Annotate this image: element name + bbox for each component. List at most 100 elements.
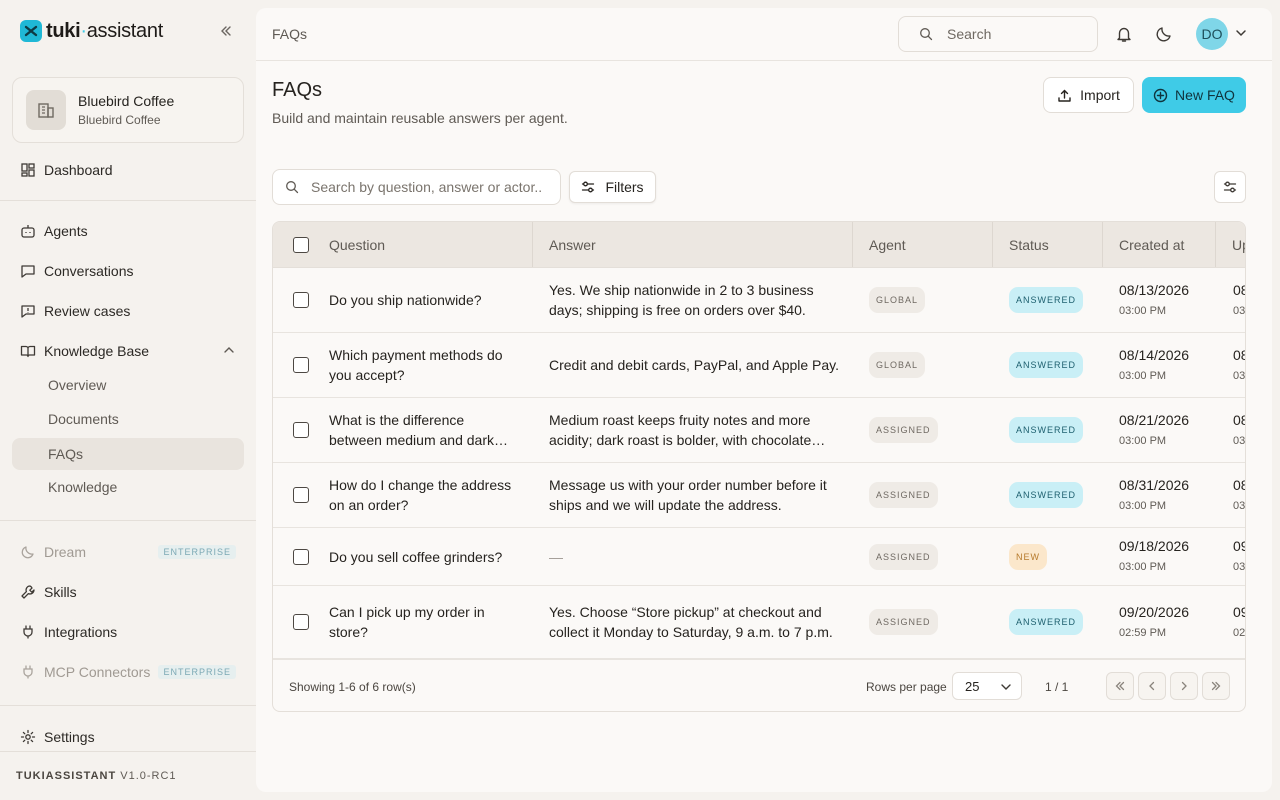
- faq-table: Question Answer Agent Status Created at …: [272, 221, 1246, 712]
- column-header-question[interactable]: Question: [313, 222, 533, 267]
- rows-per-page-select[interactable]: 25: [952, 672, 1022, 700]
- question-cell: Which payment methods do you accept?: [329, 333, 519, 397]
- created-at-cell: 08/31/2026 03:00 PM: [1119, 463, 1219, 527]
- table-row[interactable]: Do you sell coffee grinders? — ASSIGNED NEW…: [273, 528, 1246, 586]
- sidebar-item-review-cases[interactable]: Review cases: [12, 295, 244, 327]
- question-cell: How do I change the address on an order?: [329, 463, 519, 527]
- filters-button[interactable]: Filters: [569, 171, 656, 203]
- plug-icon: [20, 664, 36, 680]
- column-header-created-at[interactable]: Created at: [1103, 222, 1216, 267]
- sidebar-item-skills[interactable]: Skills: [12, 576, 244, 608]
- column-header-status[interactable]: Status: [993, 222, 1103, 267]
- logo-text: tuki·assistant: [46, 19, 163, 42]
- sidebar-item-knowledge-base[interactable]: Knowledge Base: [12, 335, 244, 367]
- created-time: 03:00 PM: [1119, 304, 1167, 317]
- status-cell: ANSWERED: [1009, 333, 1099, 397]
- row-checkbox[interactable]: [293, 357, 309, 373]
- sidebar-item-dashboard[interactable]: Dashboard: [12, 154, 244, 186]
- row-checkbox[interactable]: [293, 292, 309, 308]
- row-select-cell: [293, 268, 313, 332]
- agent-cell: GLOBAL: [869, 268, 989, 332]
- sidebar-item-agents[interactable]: Agents: [12, 215, 244, 247]
- row-checkbox[interactable]: [293, 614, 309, 630]
- upload-icon: [1057, 88, 1072, 103]
- agent-cell: ASSIGNED: [869, 586, 989, 658]
- sidebar-subitem-overview[interactable]: Overview: [12, 369, 244, 401]
- faq-search-input[interactable]: Search by question, answer or actor..: [272, 169, 561, 205]
- previous-page-button[interactable]: [1138, 672, 1166, 700]
- bell-icon: [1115, 25, 1133, 43]
- new-faq-button[interactable]: New FAQ: [1142, 77, 1246, 113]
- created-date: 08/31/2026: [1119, 476, 1190, 493]
- notifications-button[interactable]: [1114, 24, 1134, 44]
- sidebar-divider: [0, 200, 256, 201]
- next-page-button[interactable]: [1170, 672, 1198, 700]
- plug-icon: [20, 624, 36, 640]
- row-checkbox[interactable]: [293, 422, 309, 438]
- updated-time: 03:: [1233, 561, 1246, 573]
- wrench-icon: [20, 584, 36, 600]
- column-header-answer[interactable]: Answer: [533, 222, 853, 267]
- table-row[interactable]: Do you ship nationwide? Yes. We ship nati…: [273, 268, 1245, 333]
- sidebar-subitem-documents[interactable]: Documents: [12, 403, 244, 435]
- select-all-checkbox[interactable]: [293, 236, 309, 253]
- sidebar-item-label: Integrations: [44, 624, 118, 640]
- column-header-updated-at[interactable]: Up: [1216, 222, 1245, 267]
- sliders-icon: [581, 180, 595, 194]
- sidebar-subitem-label: Documents: [48, 411, 119, 427]
- sidebar-item-conversations[interactable]: Conversations: [12, 255, 244, 287]
- global-search-input[interactable]: Search: [898, 16, 1098, 52]
- new-faq-label: New FAQ: [1175, 87, 1235, 103]
- question-cell: Do you ship nationwide?: [329, 268, 519, 332]
- table-row[interactable]: Can I pick up my order in store? Yes. Cho…: [273, 586, 1245, 659]
- created-at-cell: 08/21/2026 03:00 PM: [1119, 398, 1219, 462]
- sidebar-item-label: Review cases: [44, 303, 131, 319]
- sidebar-subitem-label: FAQs: [48, 446, 84, 462]
- row-checkbox[interactable]: [293, 548, 309, 565]
- sidebar-item-label: MCP Connectors: [44, 664, 151, 680]
- last-page-button[interactable]: [1202, 672, 1230, 700]
- updated-time: 03:: [1233, 499, 1246, 512]
- app-version: TUKIASSISTANT V1.0-RC1: [16, 770, 177, 782]
- enterprise-badge: ENTERPRISE: [158, 665, 236, 679]
- row-checkbox[interactable]: [293, 487, 309, 503]
- organization-switcher[interactable]: Bluebird Coffee Bluebird Coffee: [12, 77, 244, 143]
- agent-cell: ASSIGNED: [869, 528, 989, 585]
- moon-icon: [1155, 25, 1173, 43]
- chevrons-left-icon: [219, 24, 233, 38]
- column-settings-button[interactable]: [1214, 171, 1246, 203]
- question-text: How do I change the address on an order?: [329, 477, 512, 513]
- created-at-cell: 08/13/2026 03:00 PM: [1119, 268, 1219, 332]
- chevron-down-icon[interactable]: [1234, 26, 1248, 43]
- updated-at-cell: 08/03:: [1233, 333, 1245, 397]
- table-row[interactable]: How do I change the address on an order?…: [273, 463, 1246, 528]
- column-header-agent[interactable]: Agent: [853, 222, 993, 267]
- first-page-button[interactable]: [1106, 672, 1134, 700]
- sidebar-subitem-knowledge[interactable]: Knowledge: [12, 471, 244, 503]
- answer-cell: Yes. We ship nationwide in 2 to 3 busine…: [549, 268, 841, 332]
- page-subtitle: Build and maintain reusable answers per …: [272, 110, 568, 126]
- select-all-cell: [273, 222, 317, 267]
- sidebar-item-settings[interactable]: Settings: [12, 721, 244, 753]
- building-icon: [26, 90, 66, 130]
- sidebar-item-integrations[interactable]: Integrations: [12, 616, 244, 648]
- import-button[interactable]: Import: [1043, 77, 1134, 113]
- sidebar-subitem-faqs[interactable]: FAQs: [12, 438, 244, 470]
- collapse-sidebar-button[interactable]: [216, 21, 236, 41]
- user-avatar[interactable]: DO: [1196, 18, 1228, 50]
- answer-text: Medium roast keeps fruity notes and more…: [549, 412, 812, 448]
- question-cell: Can I pick up my order in store?: [329, 586, 519, 658]
- created-date: 08/21/2026: [1119, 411, 1190, 428]
- updated-date: 09/: [1233, 603, 1245, 620]
- question-cell: What is the difference between medium an…: [329, 398, 519, 462]
- table-row[interactable]: Which payment methods do you accept? Cred…: [273, 333, 1245, 398]
- logo-mark-icon: [20, 20, 42, 42]
- answer-text: Credit and debit cards, PayPal, and Appl…: [549, 357, 840, 373]
- status-cell: ANSWERED: [1009, 268, 1099, 332]
- table-row[interactable]: What is the difference between medium an…: [273, 398, 1245, 463]
- updated-at-cell: 08/03:: [1233, 398, 1245, 462]
- bot-icon: [20, 223, 36, 239]
- agent-badge: ASSIGNED: [869, 417, 938, 443]
- theme-toggle-button[interactable]: [1154, 24, 1174, 44]
- plus-circle-icon: [1153, 88, 1168, 103]
